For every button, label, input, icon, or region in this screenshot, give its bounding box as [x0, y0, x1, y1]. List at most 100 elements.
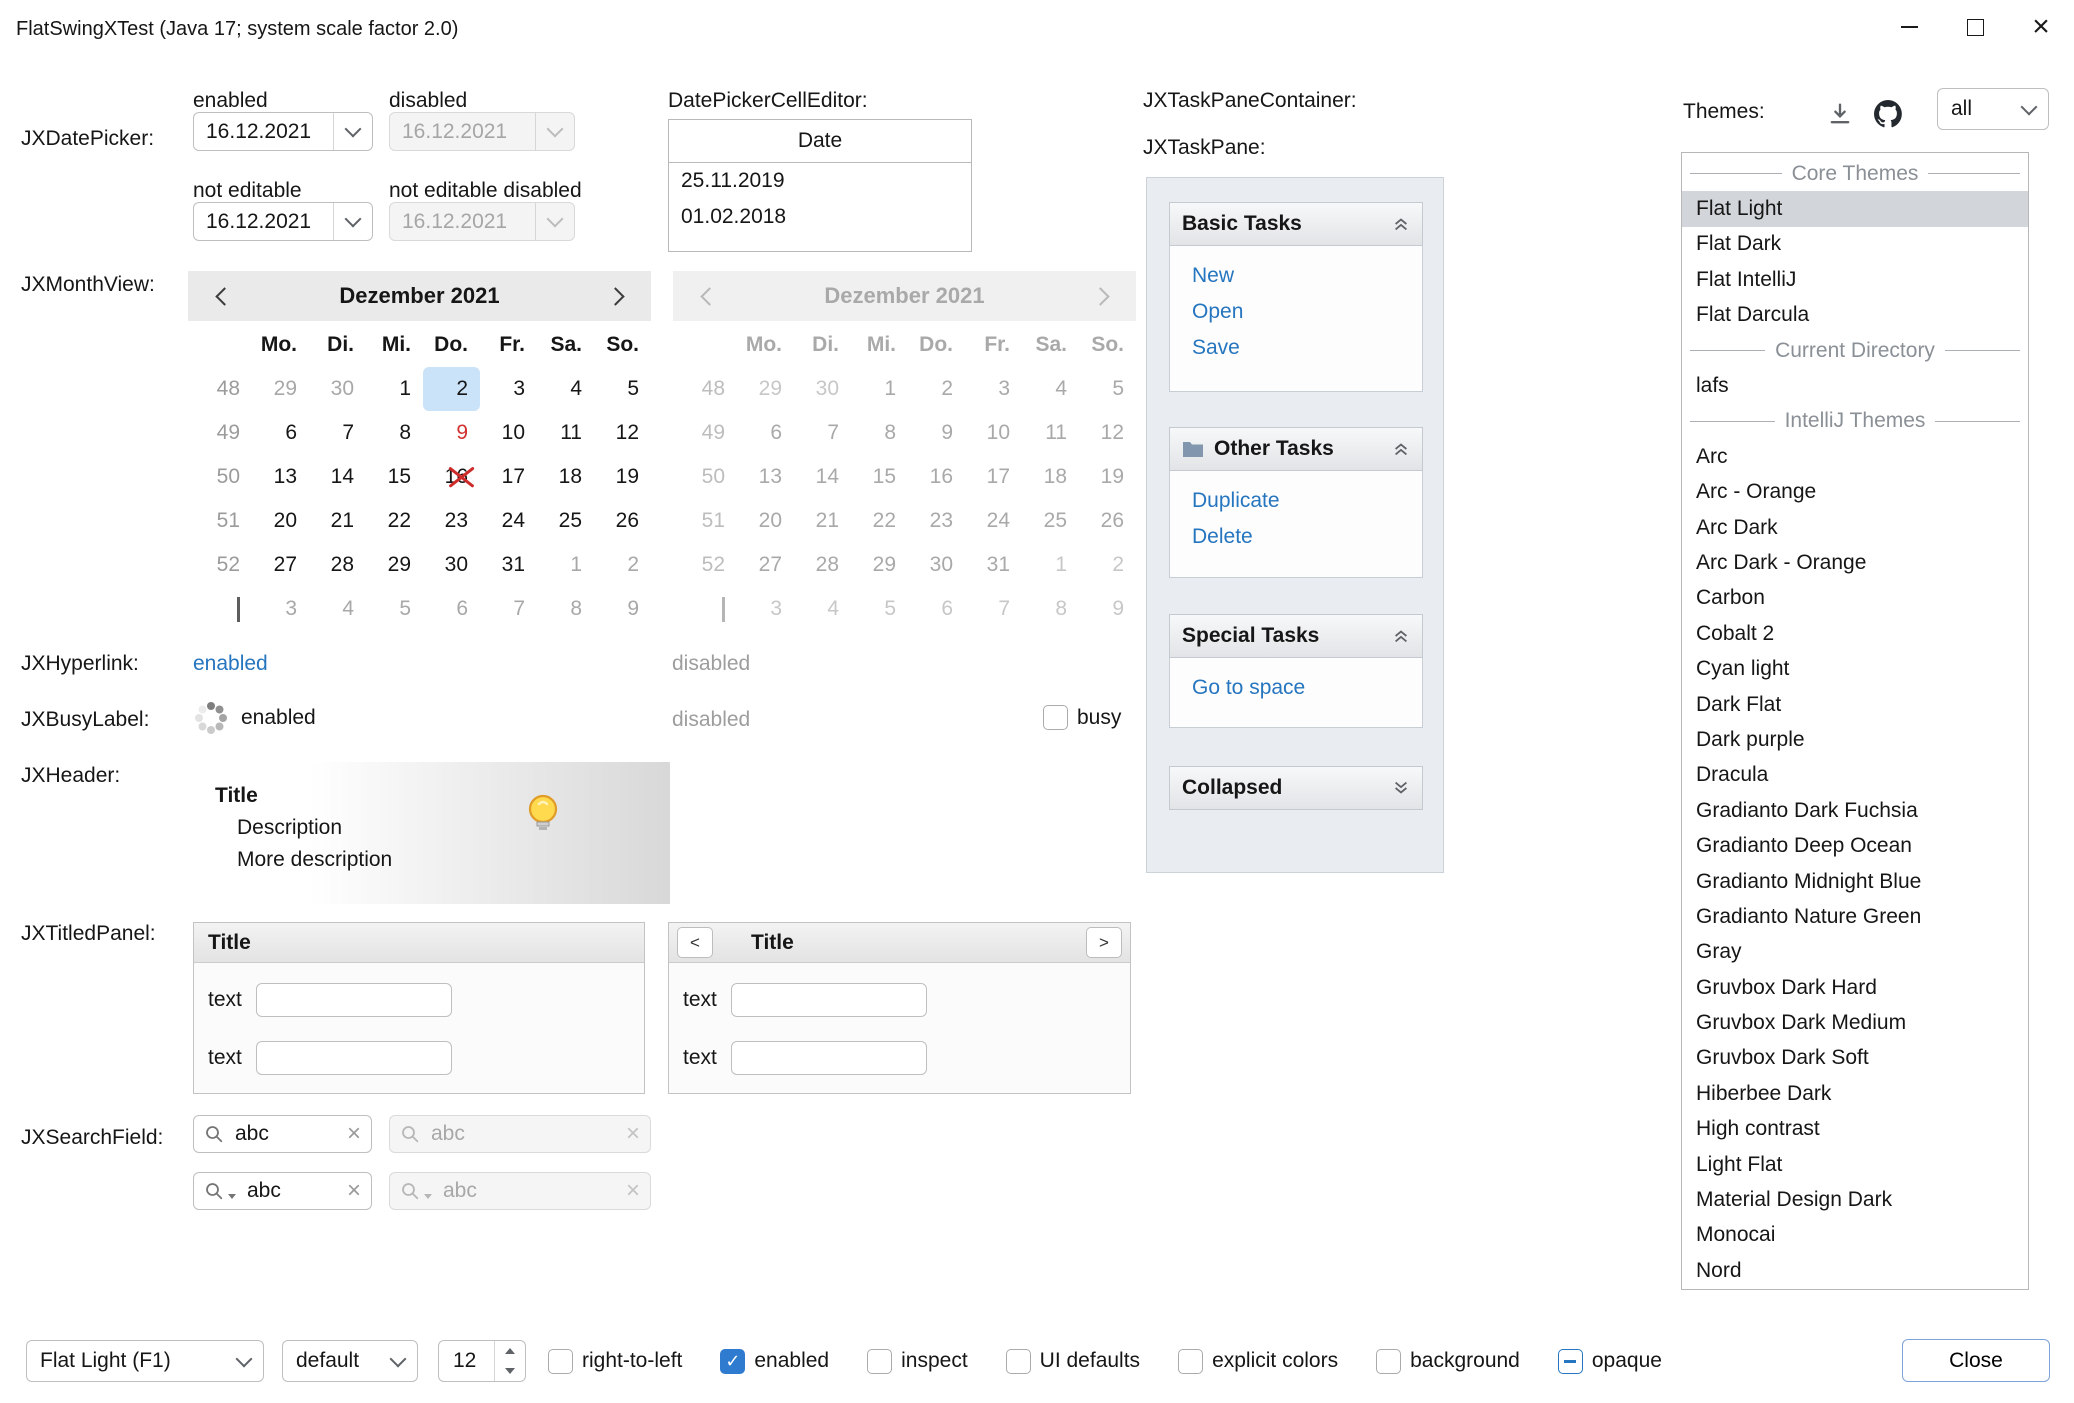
theme-item[interactable]: Flat Dark [1682, 227, 2028, 262]
busy-checkbox[interactable]: busy [1043, 705, 1121, 730]
theme-item[interactable]: Arc - Orange [1682, 475, 2028, 510]
datepicker-noteditable[interactable] [193, 202, 373, 241]
calendar-day[interactable]: 6 [252, 411, 309, 455]
theme-item[interactable]: Gradianto Dark Fuchsia [1682, 793, 2028, 828]
calendar-day[interactable]: 27 [252, 543, 309, 587]
theme-item[interactable]: Cyan light [1682, 651, 2028, 686]
table-column-header[interactable]: Date [669, 120, 971, 163]
theme-item[interactable]: Gruvbox Dark Soft [1682, 1041, 2028, 1076]
calendar-day[interactable]: 13 [252, 455, 309, 499]
maximize-button[interactable] [1942, 0, 2008, 54]
datepicker-noteditable-input[interactable] [194, 210, 333, 234]
download-themes-button[interactable] [1822, 96, 1858, 132]
theme-item[interactable]: Light Flat [1682, 1147, 2028, 1182]
theme-item[interactable]: Gruvbox Dark Hard [1682, 970, 2028, 1005]
checkbox-explicit-colors[interactable]: explicit colors [1178, 1349, 1338, 1374]
searchfield-menu-enabled[interactable]: × [193, 1172, 372, 1210]
hyperlink-enabled[interactable]: enabled [193, 652, 268, 676]
task-link[interactable]: Duplicate [1192, 483, 1422, 519]
calendar-day[interactable]: 8 [537, 587, 594, 631]
theme-item[interactable]: Carbon [1682, 581, 2028, 616]
clear-search-icon[interactable]: × [347, 1179, 361, 1203]
calendar-day[interactable]: 16 [423, 455, 480, 499]
calendar-day[interactable]: 2 [423, 367, 480, 411]
theme-item[interactable]: Dracula [1682, 758, 2028, 793]
calendar-day[interactable]: 31 [480, 543, 537, 587]
checkbox-inspect[interactable]: inspect [867, 1349, 968, 1374]
theme-item[interactable]: Gradianto Nature Green [1682, 899, 2028, 934]
task-link[interactable]: Open [1192, 294, 1422, 330]
theme-item[interactable]: Gradianto Midnight Blue [1682, 864, 2028, 899]
checkbox-enabled[interactable]: enabled [720, 1349, 829, 1374]
task-link[interactable]: Save [1192, 330, 1422, 366]
task-link[interactable]: Delete [1192, 519, 1422, 555]
checkbox-right-to-left[interactable]: right-to-left [548, 1349, 682, 1374]
taskpane-header-other-tasks[interactable]: Other Tasks [1169, 427, 1423, 471]
theme-item[interactable]: Gray [1682, 935, 2028, 970]
themes-filter-combobox[interactable]: all [1937, 88, 2049, 130]
theme-item[interactable]: High contrast [1682, 1112, 2028, 1147]
calendar-day[interactable]: 4 [309, 587, 366, 631]
calendar-day[interactable]: 30 [423, 543, 480, 587]
table-row[interactable]: 25.11.2019 [669, 163, 971, 199]
theme-item[interactable]: Dark purple [1682, 722, 2028, 757]
style-combobox[interactable]: default [282, 1340, 418, 1382]
font-size-spinner[interactable]: 12 [438, 1340, 526, 1382]
calendar-day[interactable]: 24 [480, 499, 537, 543]
spinner-down-button[interactable] [495, 1361, 525, 1381]
github-button[interactable] [1868, 94, 1908, 134]
theme-item[interactable]: Hiberbee Dark [1682, 1076, 2028, 1111]
taskpane-header-collapsed[interactable]: Collapsed [1169, 766, 1423, 810]
theme-item[interactable]: Cobalt 2 [1682, 616, 2028, 651]
laf-combobox[interactable]: Flat Light (F1) [26, 1340, 264, 1382]
search-input[interactable] [233, 1121, 338, 1147]
close-button[interactable]: × [2008, 0, 2074, 54]
calendar-day[interactable]: 5 [594, 367, 651, 411]
calendar-day[interactable]: 10 [480, 411, 537, 455]
calendar-day[interactable]: 4 [537, 367, 594, 411]
previous-month-button[interactable] [206, 281, 236, 311]
theme-item[interactable]: Gruvbox Dark Medium [1682, 1005, 2028, 1040]
calendar-day[interactable]: 30 [309, 367, 366, 411]
calendar-day[interactable]: 1 [366, 367, 423, 411]
taskpane-header-basic-tasks[interactable]: Basic Tasks [1169, 202, 1423, 246]
searchfield-enabled[interactable]: × [193, 1115, 372, 1153]
calendar-day[interactable]: 29 [366, 543, 423, 587]
theme-item[interactable]: Material Design Dark [1682, 1182, 2028, 1217]
theme-item[interactable]: Nord [1682, 1253, 2028, 1288]
calendar-day[interactable]: 15 [366, 455, 423, 499]
close-dialog-button[interactable]: Close [1902, 1339, 2050, 1382]
calendar-day[interactable]: 2 [594, 543, 651, 587]
table-row[interactable]: 01.02.2018 [669, 199, 971, 235]
calendar-day[interactable]: 18 [537, 455, 594, 499]
calendar-day[interactable]: 7 [480, 587, 537, 631]
checkbox-background[interactable]: background [1376, 1349, 1520, 1374]
theme-item[interactable]: Dark Flat [1682, 687, 2028, 722]
task-link[interactable]: Go to space [1192, 670, 1422, 706]
datepicker-enabled-input[interactable] [194, 120, 333, 144]
calendar-day[interactable]: 12 [594, 411, 651, 455]
text-input[interactable] [731, 1041, 927, 1075]
titledpanel-next-button[interactable]: > [1086, 927, 1122, 958]
theme-item[interactable]: Flat Light [1682, 191, 2028, 226]
datepicker-dropdown-button[interactable] [333, 113, 372, 150]
calendar-day[interactable]: 21 [309, 499, 366, 543]
checkbox-ui-defaults[interactable]: UI defaults [1006, 1349, 1140, 1374]
next-month-button[interactable] [603, 281, 633, 311]
calendar-day[interactable]: 3 [480, 367, 537, 411]
calendar-day[interactable]: 20 [252, 499, 309, 543]
calendar-day[interactable]: 22 [366, 499, 423, 543]
calendar-day[interactable]: 29 [252, 367, 309, 411]
calendar-day[interactable]: 5 [366, 587, 423, 631]
calendar-day[interactable]: 1 [537, 543, 594, 587]
theme-item[interactable]: Arc [1682, 439, 2028, 474]
calendar-day[interactable]: 25 [537, 499, 594, 543]
text-input[interactable] [256, 983, 452, 1017]
calendar-day[interactable]: 23 [423, 499, 480, 543]
checkbox-opaque[interactable]: opaque [1558, 1349, 1662, 1374]
clear-search-icon[interactable]: × [347, 1122, 361, 1146]
calendar-day[interactable]: 6 [423, 587, 480, 631]
calendar-day[interactable]: 9 [423, 411, 480, 455]
titledpanel-prev-button[interactable]: < [677, 927, 713, 958]
calendar-day[interactable]: 17 [480, 455, 537, 499]
